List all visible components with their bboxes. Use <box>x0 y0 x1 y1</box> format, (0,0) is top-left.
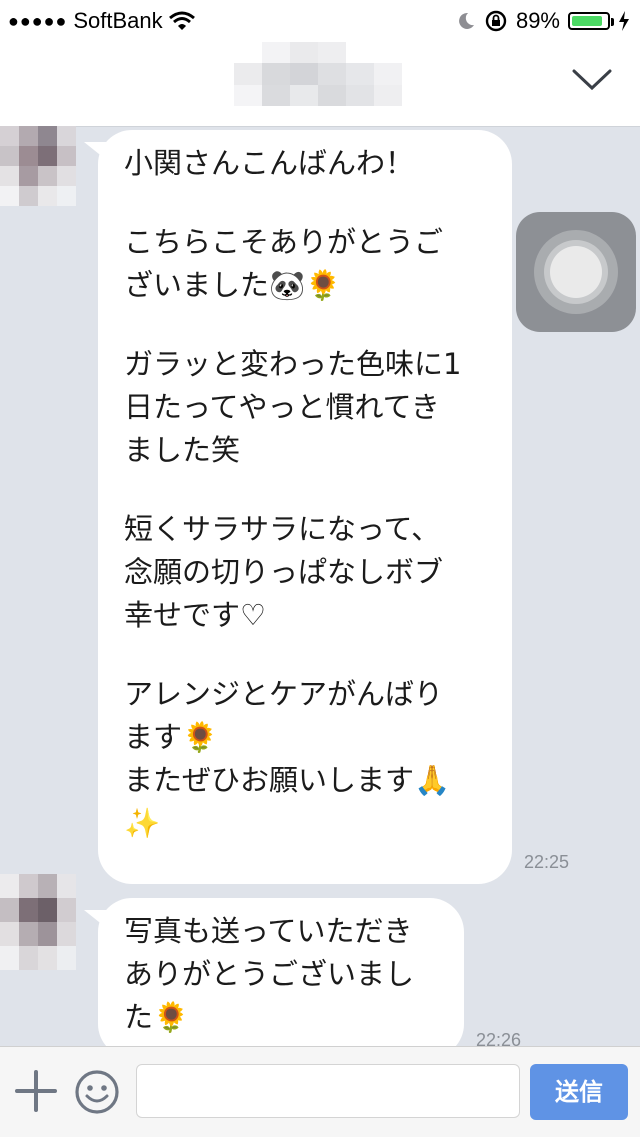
message-paragraph: アレンジとケアがんばり ます🌻 またぜひお願いします🙏 ✨ <box>124 677 451 840</box>
chat-header <box>0 40 640 127</box>
message-bubble-received[interactable]: 写真も送っていただき ありがとうございまし た🌻 <box>98 898 464 1058</box>
message-paragraph: 小関さんこんばんわ！ <box>124 146 415 180</box>
message-input[interactable] <box>136 1064 520 1118</box>
signal-dots-icon: ●●●●● <box>8 10 68 31</box>
message-paragraph: 短くサラサラになって、 念願の切りっぱなしボブ 幸せです♡ <box>124 512 444 632</box>
plus-icon[interactable] <box>14 1069 58 1113</box>
do-not-disturb-icon <box>459 12 474 29</box>
status-left: ●●●●● SoftBank <box>8 8 195 34</box>
status-right: 89% <box>456 8 630 34</box>
charging-bolt-icon <box>619 11 629 31</box>
send-button[interactable]: 送信 <box>530 1064 628 1120</box>
message-bubble-received[interactable]: 小関さんこんばんわ！ こちらこそありがとうご ざいました🐼🌻 ガラッと変わった色… <box>98 130 512 884</box>
smiley-icon[interactable] <box>74 1069 120 1115</box>
status-bar: ●●●●● SoftBank 89% <box>0 0 640 40</box>
message-timestamp: 22:25 <box>524 852 570 872</box>
wifi-icon <box>168 11 195 30</box>
battery-fill <box>572 16 603 26</box>
message-paragraph: ガラッと変わった色味に1 日たってやっと慣れてき ました笑 <box>124 347 462 467</box>
rotation-lock-icon <box>485 10 507 32</box>
chevron-down-icon[interactable] <box>572 68 612 92</box>
message-paragraph: 写真も送っていただき ありがとうございまし た🌻 <box>124 914 415 1034</box>
battery-icon <box>568 12 614 30</box>
blurred-contact-name <box>234 42 402 106</box>
assistive-touch-button[interactable] <box>516 212 636 332</box>
battery-percent: 89% <box>515 8 560 33</box>
avatar[interactable] <box>0 874 76 970</box>
carrier-name: SoftBank <box>73 8 163 33</box>
message-paragraph: こちらこそありがとうご ざいました🐼🌻 <box>124 225 444 302</box>
avatar[interactable] <box>0 126 76 206</box>
message-input-bar: 送信 <box>0 1046 640 1137</box>
assistive-touch-dot <box>550 246 602 298</box>
